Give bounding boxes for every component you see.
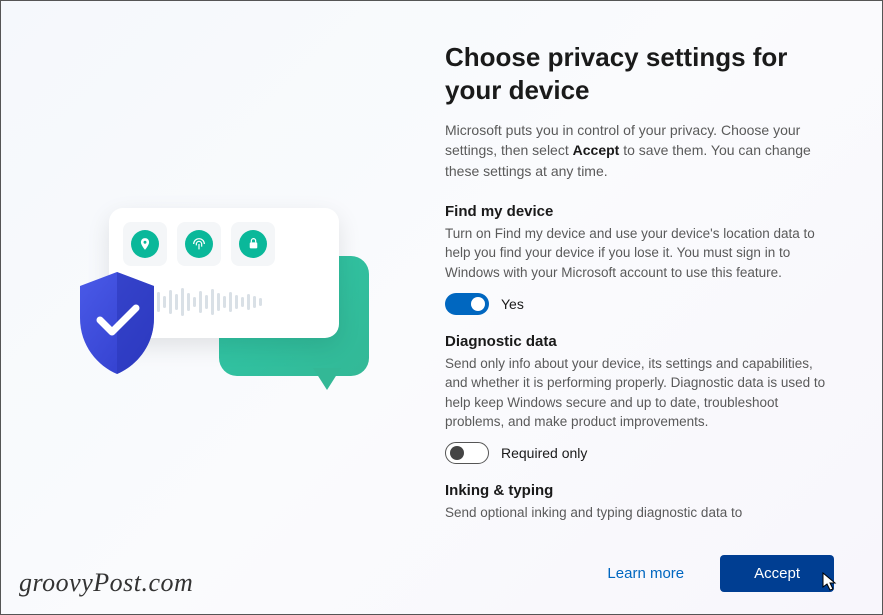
- learn-more-link[interactable]: Learn more: [607, 565, 684, 582]
- setting-title: Diagnostic data: [445, 333, 834, 350]
- setting-description: Send optional inking and typing diagnost…: [445, 503, 834, 523]
- toggle-label: Yes: [501, 296, 524, 312]
- setting-title: Find my device: [445, 203, 834, 220]
- toggle-find-my-device[interactable]: [445, 293, 489, 315]
- toggle-diagnostic-data[interactable]: [445, 442, 489, 464]
- setting-inking-typing: Inking & typing Send optional inking and…: [445, 482, 834, 533]
- lock-icon: [231, 222, 275, 266]
- location-pin-icon: [123, 222, 167, 266]
- setting-diagnostic-data: Diagnostic data Send only info about you…: [445, 333, 834, 464]
- toggle-label: Required only: [501, 445, 587, 461]
- page-title: Choose privacy settings for your device: [445, 41, 834, 106]
- shield-check-icon: [71, 268, 163, 378]
- setting-title: Inking & typing: [445, 482, 834, 499]
- watermark: groovyPost.com: [19, 568, 193, 598]
- settings-panel: Choose privacy settings for your device …: [429, 41, 834, 590]
- privacy-illustration: [69, 196, 389, 436]
- setting-description: Turn on Find my device and use your devi…: [445, 224, 834, 283]
- illustration-panel: [49, 41, 429, 590]
- page-subtitle: Microsoft puts you in control of your pr…: [445, 120, 834, 181]
- fingerprint-icon: [177, 222, 221, 266]
- setting-description: Send only info about your device, its se…: [445, 354, 834, 432]
- footer-actions: Learn more Accept: [607, 555, 834, 592]
- setting-find-my-device: Find my device Turn on Find my device an…: [445, 203, 834, 315]
- accept-button[interactable]: Accept: [720, 555, 834, 592]
